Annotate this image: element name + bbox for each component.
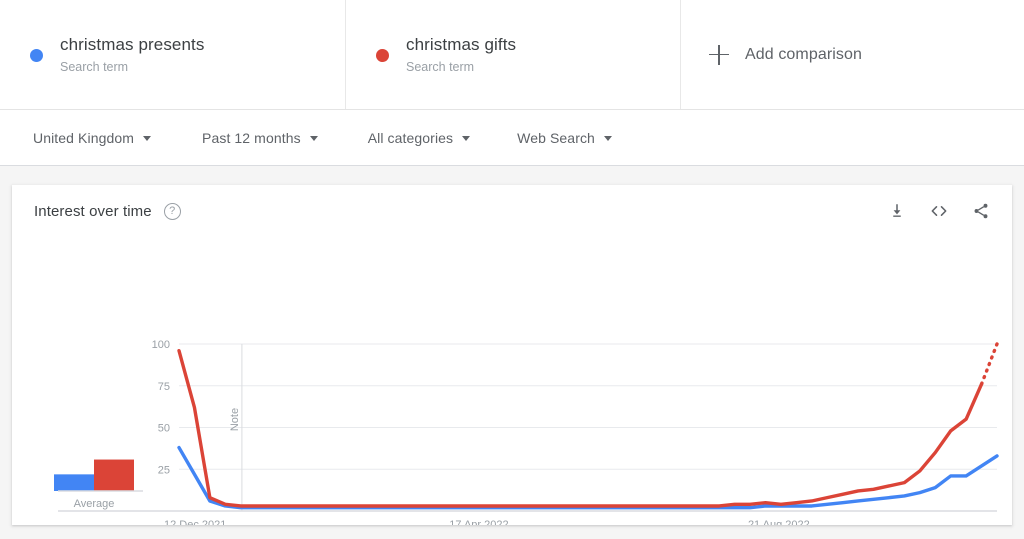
chart-line-series-1[interactable] <box>177 445 999 510</box>
plus-icon <box>709 44 729 65</box>
y-axis-tick-label: 50 <box>158 423 170 435</box>
filter-location[interactable]: United Kingdom <box>33 110 152 165</box>
y-axis-tick-label: 100 <box>152 339 170 351</box>
note-annotation-label[interactable]: Note <box>229 408 241 431</box>
filter-search-type-label: Web Search <box>517 129 595 146</box>
average-bar-series-1 <box>54 474 94 491</box>
chevron-down-icon <box>309 136 318 141</box>
chart-line-series-2[interactable] <box>177 348 984 508</box>
search-term-label-2: christmas gifts <box>406 35 517 54</box>
chart-line-series-2-partial <box>979 342 999 386</box>
search-term-label-1: christmas presents <box>60 35 205 54</box>
filter-search-type[interactable]: Web Search <box>517 110 612 165</box>
search-term-type-2: Search term <box>406 60 475 74</box>
series-color-dot-blue <box>30 49 43 62</box>
embed-code-icon[interactable] <box>928 200 950 222</box>
download-icon[interactable] <box>886 200 908 222</box>
add-comparison-card[interactable]: Add comparison <box>681 0 1024 109</box>
chevron-down-icon <box>462 136 471 141</box>
series-color-dot-red <box>376 49 389 62</box>
chevron-down-icon <box>603 136 612 141</box>
help-icon[interactable]: ? <box>163 202 181 220</box>
card-header: Interest over time ? <box>12 185 1012 237</box>
chevron-down-icon <box>143 136 152 141</box>
y-axis-tick-label: 75 <box>158 381 170 393</box>
filter-time-range-label: Past 12 months <box>202 129 301 146</box>
add-comparison-button[interactable]: Add comparison <box>709 44 863 65</box>
interest-over-time-card: Interest over time ? 25 50 75 100 Note 1… <box>12 185 1012 525</box>
chart-plot-area[interactable]: 25 50 75 100 Note 12 Dec 2021 17 Apr 2022 21 Au… <box>12 237 1012 525</box>
average-label: Average <box>74 498 115 510</box>
interest-over-time-chart[interactable]: 25 50 75 100 Note 12 Dec 2021 17 Apr 2022 21 Au… <box>12 237 1012 525</box>
add-comparison-label: Add comparison <box>745 45 863 63</box>
x-axis-tick-label: 17 Apr 2022 <box>449 519 508 525</box>
card-actions <box>886 200 992 222</box>
y-axis-tick-label: 25 <box>158 464 170 476</box>
share-icon[interactable] <box>970 200 992 222</box>
google-trends-page: christmas presents Search term christmas… <box>0 0 1024 539</box>
x-axis-tick-label: 12 Dec 2021 <box>164 519 226 525</box>
filter-location-label: United Kingdom <box>33 129 135 146</box>
search-term-card-1[interactable]: christmas presents Search term <box>0 0 346 109</box>
search-term-type-1: Search term <box>60 60 129 74</box>
x-axis-tick-label: 21 Aug 2022 <box>748 519 810 525</box>
filter-bar: United Kingdom Past 12 months All catego… <box>0 110 1024 166</box>
search-term-card-2[interactable]: christmas gifts Search term <box>346 0 681 109</box>
filter-category[interactable]: All categories <box>367 110 471 165</box>
search-terms-row: christmas presents Search term christmas… <box>0 0 1024 110</box>
filter-category-label: All categories <box>367 129 454 146</box>
average-bar-series-2 <box>94 459 134 491</box>
page-title: Interest over time <box>34 202 152 220</box>
filter-time-range[interactable]: Past 12 months <box>202 110 318 165</box>
